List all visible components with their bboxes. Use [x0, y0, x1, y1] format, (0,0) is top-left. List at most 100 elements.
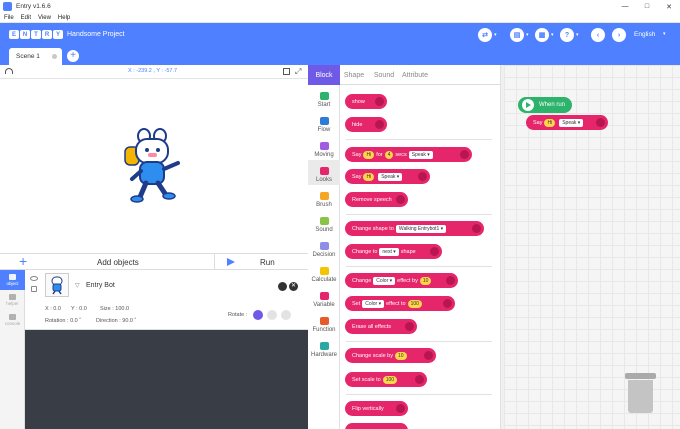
next-shape-dropdown[interactable]: next ▾ [379, 247, 399, 256]
menu-help[interactable]: Help [58, 15, 70, 21]
menu-view[interactable]: View [38, 15, 51, 21]
help-button[interactable]: ? ▾ [560, 28, 579, 42]
mode-toggle-button[interactable]: ⇄ ▾ [478, 28, 497, 42]
rotate-none-icon[interactable] [281, 310, 291, 320]
workspace-say-block[interactable]: Say Hi Speak ▾ [526, 115, 608, 130]
maximize-icon[interactable]: □ [636, 0, 658, 13]
lock-icon[interactable] [31, 286, 37, 292]
run-button[interactable]: Run [215, 254, 308, 269]
object-item[interactable]: ▽ Entry Bot ✕ X : 0.0 Y : 0.0 Size : 100… [25, 270, 308, 330]
category-label: Sound [315, 227, 333, 233]
new-file-button[interactable]: ▤ ▾ [510, 28, 529, 42]
category-calculate[interactable]: Calculate [308, 260, 340, 285]
scene-tab[interactable]: Scene 1 [9, 48, 62, 65]
project-name[interactable]: Handsome Project [67, 31, 125, 38]
play-icon [227, 258, 235, 266]
language-select[interactable]: English [634, 31, 655, 38]
speak-mode-dropdown[interactable]: Speak ▾ [408, 150, 433, 159]
category-label: Brush [316, 202, 332, 208]
object-name[interactable]: Entry Bot [86, 282, 115, 289]
close-icon[interactable]: ✕ [658, 0, 680, 13]
scale-input[interactable]: 100 [382, 375, 398, 384]
block-change-effect[interactable]: Change Color ▾ effect by 10 [345, 273, 458, 288]
effect-dropdown[interactable]: Color ▾ [373, 276, 396, 285]
menu-file[interactable]: File [4, 15, 14, 21]
category-sound[interactable]: Sound [308, 210, 340, 235]
trash-icon[interactable] [625, 373, 656, 414]
menu-edit[interactable]: Edit [21, 15, 31, 21]
effect-dropdown[interactable]: Color ▾ [362, 299, 385, 308]
divider [346, 214, 492, 215]
category-moving[interactable]: Moving [308, 135, 340, 160]
delete-object-icon[interactable]: ✕ [289, 282, 298, 291]
flow-icon [319, 117, 329, 125]
tab-shape[interactable]: Shape [340, 65, 368, 85]
minimize-icon[interactable]: — [614, 0, 636, 13]
category-looks[interactable]: Looks [308, 160, 340, 185]
scale-input[interactable]: 10 [394, 351, 407, 360]
block-change-to-shape[interactable]: Change to next ▾ shape [345, 244, 442, 259]
block-change-shape-to[interactable]: Change shape to Walking Entrybot1 ▾ [345, 221, 484, 236]
block-change-scale[interactable]: Change scale by 10 [345, 348, 436, 363]
stage-canvas[interactable] [0, 79, 308, 253]
category-variable[interactable]: Variable [308, 285, 340, 310]
fullscreen-icon[interactable]: ⤢ [295, 67, 301, 77]
when-run-block[interactable]: When run [518, 97, 572, 113]
object-rotation[interactable]: Rotation : 0.0 ˚ [45, 318, 81, 324]
object-direction[interactable]: Direction : 90.0 ˚ [96, 318, 136, 324]
add-objects-button[interactable]: + Add objects [0, 254, 215, 269]
rotate-horizontal-icon[interactable] [267, 310, 277, 320]
category-hardware[interactable]: Hardware [308, 335, 340, 360]
redo-button[interactable]: › [612, 28, 626, 42]
block-hide[interactable]: hide [345, 117, 387, 132]
block-remove-speech[interactable]: Remove speech [345, 192, 408, 207]
scene-close-icon[interactable] [52, 54, 57, 59]
tab-console[interactable]: console [0, 310, 25, 330]
block-palette[interactable]: show hide Say Hi for 4 secs Speak ▾ Say … [340, 85, 500, 429]
helper-icon [9, 294, 16, 300]
undo-button[interactable]: ‹ [591, 28, 605, 42]
grid-toggle-icon[interactable] [283, 68, 290, 75]
category-start[interactable]: Start [308, 85, 340, 110]
block-show[interactable]: show [345, 94, 387, 109]
divider [346, 266, 492, 267]
object-size[interactable]: Size : 100.0 [100, 306, 129, 312]
category-function[interactable]: Function [308, 310, 340, 335]
object-x[interactable]: X : 0.0 [45, 306, 61, 312]
category-decision[interactable]: Decision [308, 235, 340, 260]
save-button[interactable]: ▦ ▾ [535, 28, 554, 42]
message-input[interactable]: Hi [363, 150, 375, 159]
entry-bot-sprite[interactable] [0, 79, 308, 253]
speak-mode-dropdown[interactable]: Speak ▾ [559, 118, 584, 127]
speed-gauge-icon[interactable] [5, 68, 13, 74]
add-scene-button[interactable]: + [67, 50, 79, 62]
speak-mode-dropdown[interactable]: Speak ▾ [378, 172, 403, 181]
block-set-effect[interactable]: Set Color ▾ effect to 100 [345, 296, 455, 311]
message-input[interactable]: Hi [544, 118, 556, 127]
category-flow[interactable]: Flow [308, 110, 340, 135]
effect-value-input[interactable]: 10 [419, 276, 432, 285]
block-say-for-secs[interactable]: Say Hi for 4 secs Speak ▾ [345, 147, 472, 162]
tab-block[interactable]: Block [308, 65, 340, 85]
rotate-free-icon[interactable] [253, 310, 263, 320]
tab-attribute[interactable]: Attribute [399, 65, 431, 85]
category-label: Looks [315, 177, 332, 183]
eye-icon[interactable] [30, 276, 38, 281]
tab-object[interactable]: object [0, 270, 25, 290]
effect-value-input[interactable]: 100 [407, 299, 422, 308]
block-say[interactable]: Say Hi Speak ▾ [345, 169, 430, 184]
shape-dropdown[interactable]: Walking Entrybot1 ▾ [395, 224, 447, 233]
block-erase-effects[interactable]: Erase all effects [345, 319, 417, 334]
object-y[interactable]: Y : 0.0 [71, 306, 87, 312]
object-visibility-controls [30, 276, 38, 292]
copy-object-icon[interactable] [278, 282, 287, 291]
block-set-scale[interactable]: Set scale to 100 [345, 372, 427, 387]
tab-helper[interactable]: helper [0, 290, 25, 310]
category-brush[interactable]: Brush [308, 185, 340, 210]
tab-sound[interactable]: Sound [370, 65, 398, 85]
seconds-input[interactable]: 4 [384, 150, 394, 159]
chevron-down-icon[interactable]: ▽ [75, 282, 80, 289]
block-partial[interactable] [345, 423, 408, 429]
block-flip-vertically[interactable]: Flip vertically [345, 401, 408, 416]
message-input[interactable]: Hi [363, 172, 375, 181]
